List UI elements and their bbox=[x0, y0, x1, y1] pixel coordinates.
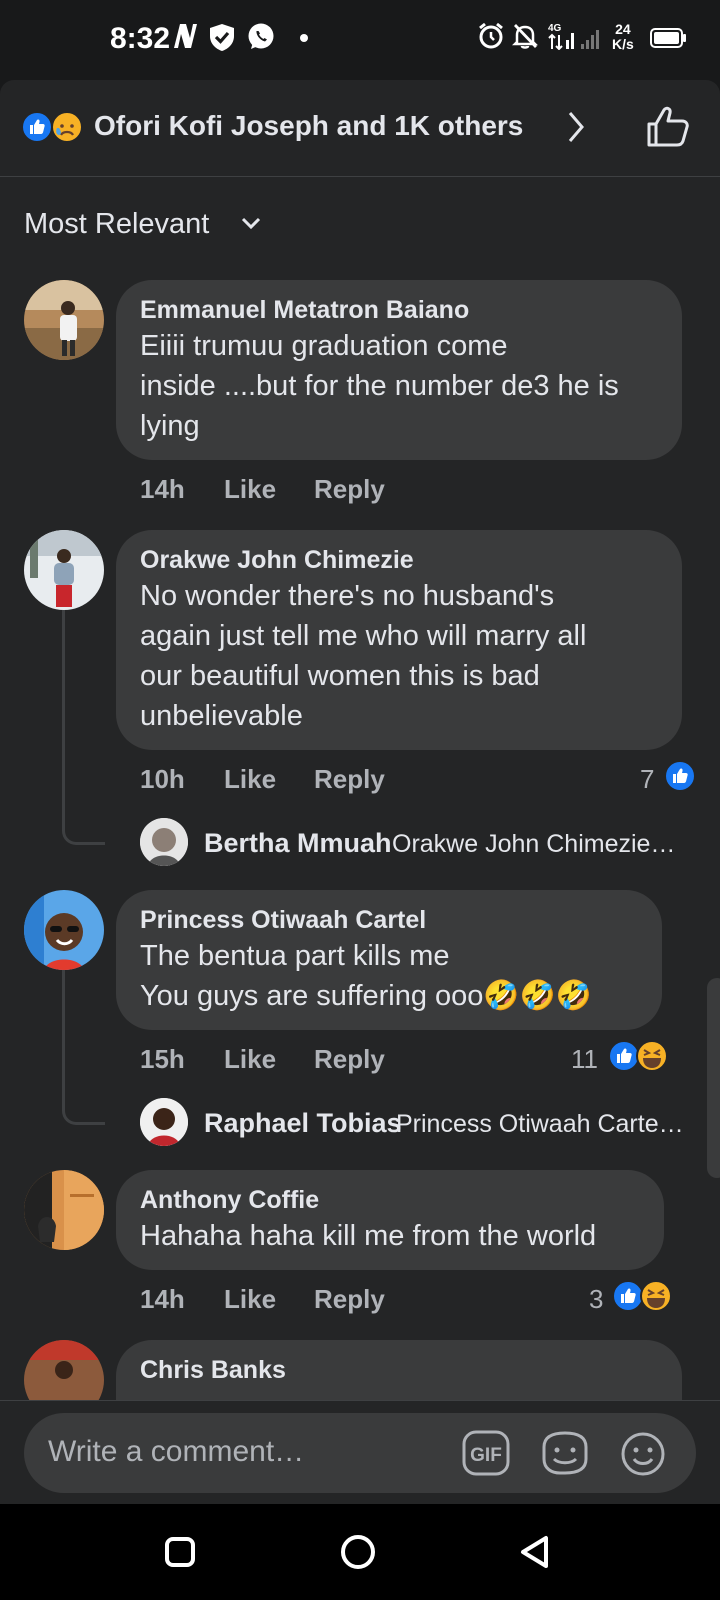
network-speed: 24 K/s bbox=[612, 21, 634, 52]
reply-snippet: Princess Otiwaah Carte… bbox=[396, 1110, 684, 1138]
home-icon[interactable] bbox=[340, 1534, 376, 1570]
chevron-right-icon bbox=[568, 112, 584, 142]
comment-author[interactable]: Chris Banks bbox=[140, 1354, 658, 1386]
comment-bubble[interactable]: Anthony Coffie Hahaha haha kill me from … bbox=[116, 1170, 664, 1270]
reply-preview[interactable]: Bertha Mmuah Orakwe John Chimezie… bbox=[140, 818, 700, 868]
comment-input-placeholder: Write a comment… bbox=[48, 1435, 305, 1468]
notifications-off-icon bbox=[512, 24, 538, 49]
reaction-count[interactable]: 3 bbox=[589, 1284, 603, 1315]
comment-text: Eiiii trumuu graduation come inside ....… bbox=[140, 330, 619, 442]
sort-dropdown-label[interactable]: Most Relevant bbox=[24, 208, 209, 241]
like-reaction-icon bbox=[664, 760, 696, 792]
scrollbar[interactable] bbox=[707, 978, 720, 1178]
svg-text:4G: 4G bbox=[548, 23, 562, 34]
reactions-summary-text: Ofori Kofi Joseph and 1K others bbox=[94, 110, 524, 141]
avatar[interactable] bbox=[140, 1098, 188, 1146]
back-icon[interactable] bbox=[518, 1534, 552, 1570]
reaction-count[interactable]: 11 bbox=[571, 1044, 598, 1075]
sticker-icon[interactable] bbox=[540, 1429, 590, 1477]
comment-text: Hahaha haha kill me from the world bbox=[140, 1220, 597, 1252]
reply-button[interactable]: Reply bbox=[314, 764, 385, 795]
alarm-icon bbox=[479, 22, 503, 49]
status-time: 8:32 bbox=[110, 22, 171, 55]
reply-button[interactable]: Reply bbox=[314, 474, 385, 505]
reaction-icons bbox=[612, 1280, 672, 1312]
reply-author[interactable]: Bertha Mmuah bbox=[204, 828, 392, 859]
comment-input[interactable]: Write a comment… GIF bbox=[24, 1413, 696, 1493]
comment-time: 15h bbox=[140, 1044, 185, 1074]
status-bar: 8:32 4G 24 K/s bbox=[0, 0, 720, 80]
reply-preview[interactable]: Raphael Tobias Princess Otiwaah Carte… bbox=[140, 1098, 700, 1148]
reply-button[interactable]: Reply bbox=[314, 1044, 385, 1075]
comment-bubble[interactable]: Princess Otiwaah Cartel The bentua part … bbox=[116, 890, 662, 1030]
avatar[interactable] bbox=[140, 818, 188, 866]
reaction-icons bbox=[608, 1040, 668, 1072]
avatar[interactable] bbox=[24, 1340, 104, 1400]
comment-text: The bentua part kills me You guys are su… bbox=[140, 940, 592, 1012]
comment-bubble[interactable]: Emmanuel Metatron Baiano Eiiii trumuu gr… bbox=[116, 280, 682, 460]
gif-button[interactable]: GIF bbox=[462, 1430, 510, 1476]
avatar[interactable] bbox=[24, 280, 104, 360]
avatar[interactable] bbox=[24, 530, 104, 610]
comments-sheet: Ofori Kofi Joseph and 1K others Most Rel… bbox=[0, 80, 720, 1400]
battery-icon bbox=[650, 28, 686, 48]
like-button[interactable]: Like bbox=[224, 764, 276, 795]
whatsapp-icon bbox=[248, 23, 274, 49]
comment-time: 14h bbox=[140, 1284, 185, 1314]
like-button[interactable]: Like bbox=[224, 474, 276, 505]
reaction-count[interactable]: 7 bbox=[640, 764, 654, 795]
reply-author[interactable]: Raphael Tobias bbox=[204, 1108, 402, 1139]
comment-author[interactable]: Anthony Coffie bbox=[140, 1184, 640, 1216]
like-button[interactable]: Like bbox=[224, 1284, 276, 1315]
signal-icon: 4G bbox=[548, 23, 599, 50]
shield-check-icon bbox=[210, 24, 234, 51]
like-button[interactable]: Like bbox=[224, 1044, 276, 1075]
comment-bubble[interactable]: Chris Banks bbox=[116, 1340, 682, 1400]
recent-apps-icon[interactable] bbox=[164, 1536, 196, 1568]
avatar[interactable] bbox=[24, 1170, 104, 1250]
comment-time: 10h bbox=[140, 764, 185, 794]
chevron-down-icon[interactable] bbox=[240, 212, 262, 234]
reactions-summary-bar[interactable]: Ofori Kofi Joseph and 1K others bbox=[0, 80, 720, 177]
comment-author[interactable]: Orakwe John Chimezie bbox=[140, 544, 658, 576]
reaction-icons bbox=[21, 111, 83, 143]
notification-dot bbox=[300, 34, 308, 42]
comment-author[interactable]: Emmanuel Metatron Baiano bbox=[140, 294, 658, 326]
like-thumb-icon[interactable] bbox=[646, 106, 690, 148]
comment-author[interactable]: Princess Otiwaah Cartel bbox=[140, 904, 638, 936]
avatar[interactable] bbox=[24, 890, 104, 970]
comment-composer-bar: Write a comment… GIF bbox=[0, 1400, 720, 1505]
comment-bubble[interactable]: Orakwe John Chimezie No wonder there's n… bbox=[116, 530, 682, 750]
comment-time: 14h bbox=[140, 474, 185, 504]
reply-thread-line bbox=[62, 610, 105, 845]
emoji-icon[interactable] bbox=[620, 1431, 666, 1477]
notification-n-icon bbox=[174, 24, 197, 48]
reply-thread-line bbox=[62, 970, 105, 1125]
comment-text: No wonder there's no husband's again jus… bbox=[140, 580, 587, 732]
gif-label: GIF bbox=[470, 1445, 502, 1466]
reply-button[interactable]: Reply bbox=[314, 1284, 385, 1315]
system-navigation-bar bbox=[0, 1504, 720, 1600]
reply-snippet: Orakwe John Chimezie… bbox=[392, 830, 676, 858]
